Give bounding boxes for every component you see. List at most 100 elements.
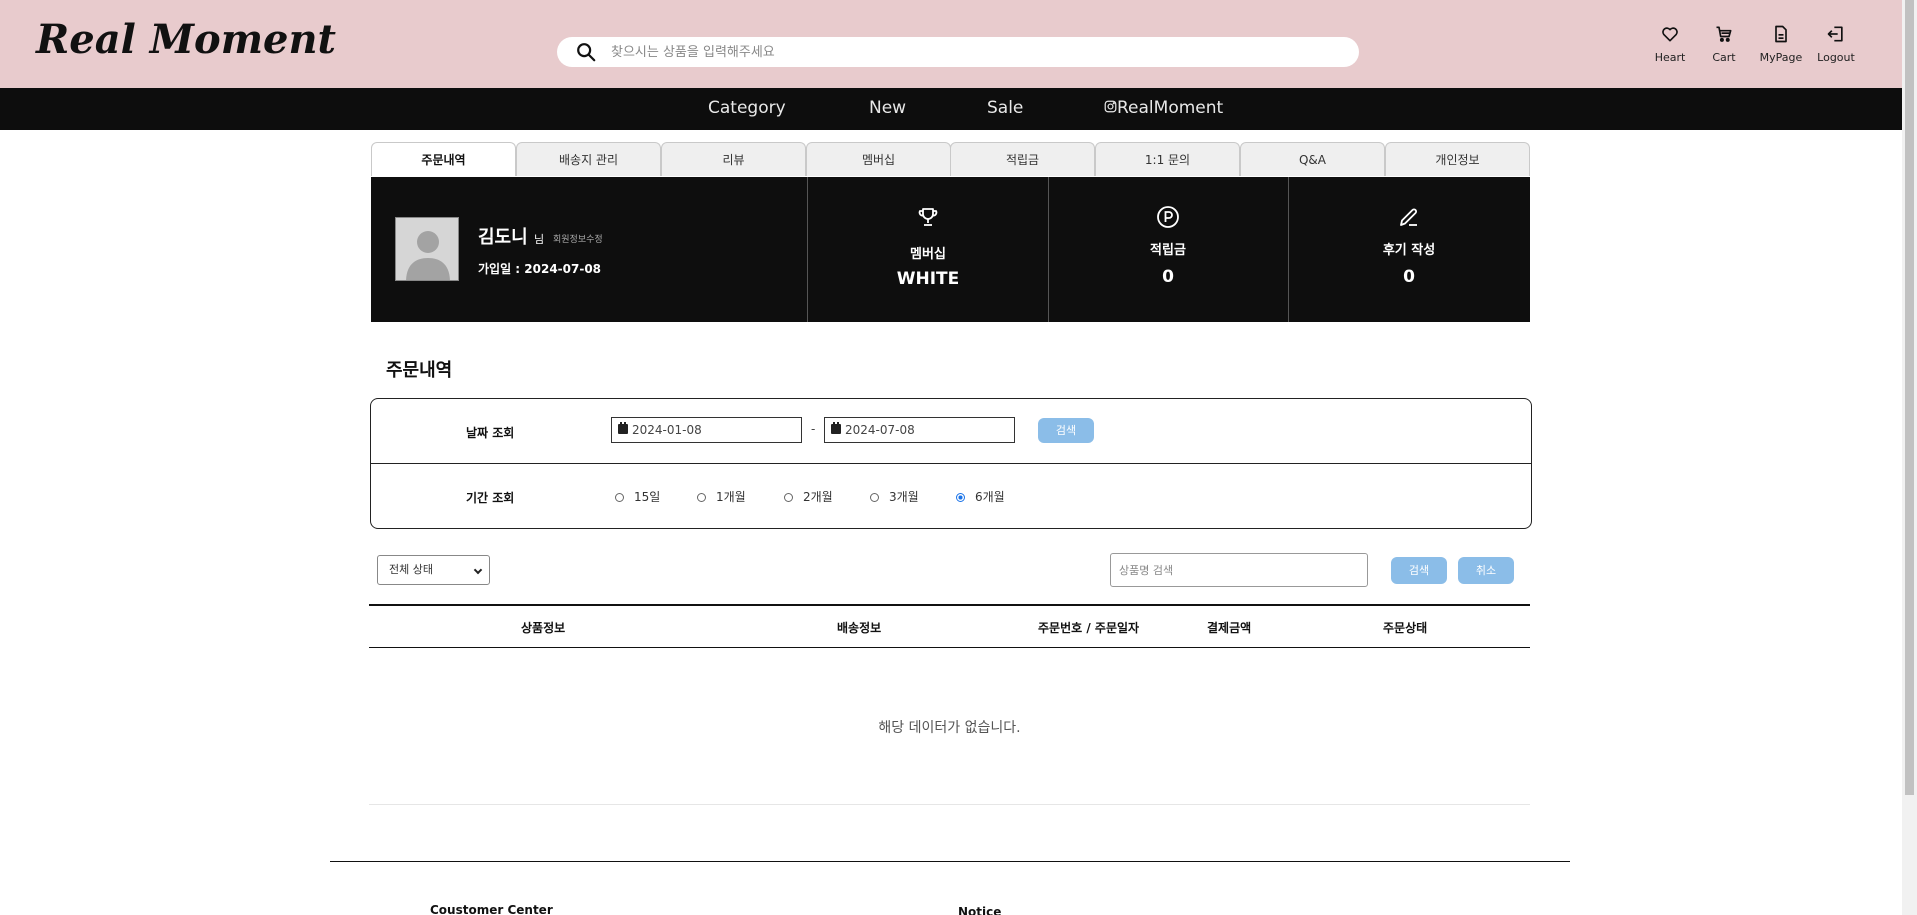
empty-message: 해당 데이터가 없습니다. (878, 720, 1021, 736)
footer-customer-center: Coustomer Center (430, 903, 553, 915)
date-from-input[interactable]: 2024-01-08 (611, 417, 802, 443)
heart-button[interactable]: Heart (1642, 24, 1698, 65)
period-label: 1개월 (716, 490, 746, 504)
order-filter: 날짜 조회 2024-01-08 - 2024-07-08 검색 기간 조회 1… (370, 398, 1532, 529)
nav-instagram-label: RealMoment (1117, 98, 1224, 118)
trophy-icon (918, 208, 938, 226)
orders-table-header: 상품정보 배송정보 주문번호 / 주문일자 결제금액 주문상태 (369, 604, 1530, 648)
period-radio-3m[interactable]: 3개월 (870, 488, 919, 505)
date-to-input[interactable]: 2024-07-08 (824, 417, 1015, 443)
heart-icon (1662, 27, 1678, 42)
product-search-button[interactable]: 검색 (1391, 557, 1447, 584)
product-search-input[interactable] (1111, 554, 1367, 586)
tab-qna[interactable]: Q&A (1240, 142, 1385, 176)
radio-icon (784, 493, 793, 502)
tab-addresses[interactable]: 배송지 관리 (516, 142, 661, 176)
date-separator: - (811, 422, 816, 436)
calendar-icon (618, 422, 628, 434)
logout-label: Logout (1817, 51, 1855, 64)
stat-membership-label: 멤버십 (910, 247, 946, 262)
radio-icon (870, 493, 879, 502)
user-icon (396, 218, 458, 280)
period-label: 2개월 (803, 490, 833, 504)
period-label: 3개월 (889, 490, 919, 504)
tab-orders[interactable]: 주문내역 (371, 142, 516, 176)
status-select-value: 전체 상태 (389, 563, 433, 576)
point-icon (1157, 206, 1179, 228)
col-order-no: 주문번호 / 주문일자 (1038, 621, 1140, 635)
member-summary: 김도니 님 회원정보수정 가입일 : 2024-07-08 멤버십 WHITE … (371, 177, 1530, 322)
col-delivery: 배송정보 (837, 621, 882, 635)
radio-icon (615, 493, 624, 502)
period-radio-2m[interactable]: 2개월 (784, 488, 833, 505)
period-radio-15d[interactable]: 15일 (615, 488, 660, 505)
header: Real Moment Heart (0, 0, 1902, 88)
stat-reviews[interactable]: 후기 작성 0 (1289, 177, 1529, 322)
document-icon (1775, 25, 1787, 43)
tab-inquiry[interactable]: 1:1 문의 (1095, 142, 1240, 176)
period-label: 15일 (634, 490, 661, 504)
instagram-icon (1104, 100, 1117, 113)
mypage-tabs: 주문내역 배송지 관리 리뷰 멤버십 적립금 1:1 문의 Q&A 개인정보 (371, 142, 1530, 176)
scrollbar[interactable] (1902, 0, 1917, 915)
user-name: 김도니 (478, 227, 528, 248)
stat-reviews-value: 0 (1403, 267, 1415, 287)
tab-reviews[interactable]: 리뷰 (661, 142, 806, 176)
main-nav: Category New Sale RealMoment (0, 88, 1902, 130)
nav-category[interactable]: Category (708, 98, 786, 118)
mypage-label: MyPage (1759, 51, 1803, 64)
avatar (395, 217, 459, 281)
col-product: 상품정보 (521, 621, 566, 635)
period-label: 6개월 (975, 490, 1005, 504)
scrollbar-thumb[interactable] (1905, 0, 1914, 795)
footer-divider (330, 861, 1570, 862)
nav-sale[interactable]: Sale (987, 98, 1023, 118)
search-input[interactable] (611, 37, 1331, 67)
logout-icon (1827, 26, 1843, 42)
filter-divider (371, 463, 1531, 464)
chevron-down-icon (473, 565, 483, 575)
status-select[interactable]: 전체 상태 (377, 555, 490, 585)
nav-new[interactable]: New (869, 98, 906, 118)
edit-profile-link[interactable]: 회원정보수정 (553, 232, 603, 245)
date-filter-label: 날짜 조회 (466, 426, 515, 440)
search-bar[interactable] (557, 37, 1359, 67)
stat-membership[interactable]: 멤버십 WHITE (808, 177, 1048, 322)
stat-points[interactable]: 적립금 0 (1048, 177, 1288, 322)
pencil-icon (1400, 208, 1417, 226)
col-amount: 결제금액 (1207, 621, 1252, 635)
tab-membership[interactable]: 멤버십 (806, 142, 951, 176)
search-icon[interactable] (575, 41, 597, 63)
radio-selected-icon (956, 493, 965, 502)
radio-icon (697, 493, 706, 502)
join-date: 가입일 : 2024-07-08 (478, 262, 602, 276)
footer-notice[interactable]: Notice (958, 905, 1001, 915)
period-filter-label: 기간 조회 (466, 491, 515, 505)
tab-profile[interactable]: 개인정보 (1385, 142, 1530, 176)
page: Real Moment Heart (0, 0, 1917, 915)
period-radio-1m[interactable]: 1개월 (697, 488, 746, 505)
logout-button[interactable]: Logout (1808, 24, 1864, 65)
col-status: 주문상태 (1383, 621, 1428, 635)
tab-points[interactable]: 적립금 (950, 142, 1095, 176)
cart-icon (1716, 26, 1732, 42)
nav-instagram[interactable]: RealMoment (1104, 98, 1223, 118)
stat-reviews-label: 후기 작성 (1382, 243, 1436, 258)
cancel-button[interactable]: 취소 (1458, 557, 1514, 584)
heart-label: Heart (1654, 51, 1686, 64)
stat-points-label: 적립금 (1150, 243, 1186, 258)
date-from-value: 2024-01-08 (632, 423, 702, 437)
user-name-suffix: 님 (534, 233, 545, 246)
logo[interactable]: Real Moment (36, 16, 336, 63)
mypage-button[interactable]: MyPage (1753, 24, 1809, 65)
section-title: 주문내역 (386, 360, 453, 381)
stat-membership-value: WHITE (896, 269, 960, 289)
period-radio-6m[interactable]: 6개월 (956, 488, 1005, 505)
calendar-icon (831, 422, 841, 434)
stat-points-value: 0 (1162, 267, 1174, 287)
date-search-button[interactable]: 검색 (1038, 418, 1094, 443)
date-to-value: 2024-07-08 (845, 423, 915, 437)
product-search[interactable] (1110, 553, 1368, 587)
cart-button[interactable]: Cart (1696, 24, 1752, 65)
cart-label: Cart (1712, 51, 1736, 64)
